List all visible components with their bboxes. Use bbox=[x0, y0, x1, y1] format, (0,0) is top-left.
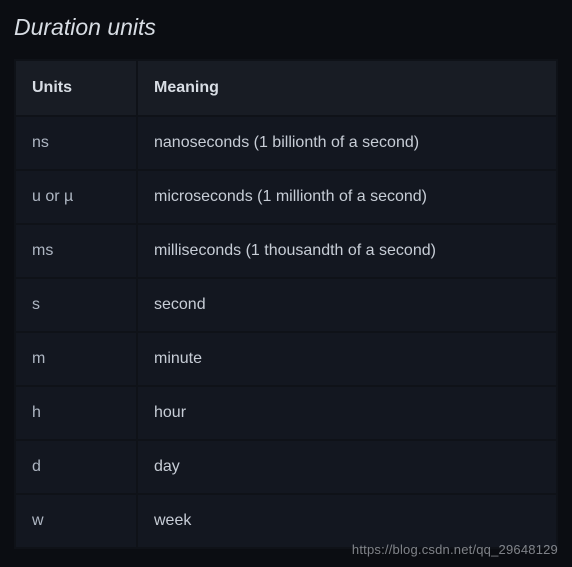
cell-meaning: week bbox=[138, 495, 556, 547]
table-header-row: Units Meaning bbox=[16, 61, 556, 115]
cell-meaning: second bbox=[138, 279, 556, 331]
cell-meaning: day bbox=[138, 441, 556, 493]
cell-meaning: milliseconds (1 thousandth of a second) bbox=[138, 225, 556, 277]
table-row: ns nanoseconds (1 billionth of a second) bbox=[16, 117, 556, 169]
table-row: s second bbox=[16, 279, 556, 331]
cell-meaning: microseconds (1 millionth of a second) bbox=[138, 171, 556, 223]
cell-units: h bbox=[16, 387, 136, 439]
duration-units-table: Units Meaning ns nanoseconds (1 billiont… bbox=[14, 59, 558, 549]
cell-units: ns bbox=[16, 117, 136, 169]
table-row: m minute bbox=[16, 333, 556, 385]
cell-meaning: hour bbox=[138, 387, 556, 439]
table-row: w week bbox=[16, 495, 556, 547]
cell-units: u or µ bbox=[16, 171, 136, 223]
col-header-units: Units bbox=[16, 61, 136, 115]
col-header-meaning: Meaning bbox=[138, 61, 556, 115]
table-container: Units Meaning ns nanoseconds (1 billiont… bbox=[0, 59, 572, 549]
cell-meaning: nanoseconds (1 billionth of a second) bbox=[138, 117, 556, 169]
table-row: u or µ microseconds (1 millionth of a se… bbox=[16, 171, 556, 223]
page-title: Duration units bbox=[0, 0, 572, 59]
cell-units: ms bbox=[16, 225, 136, 277]
table-row: ms milliseconds (1 thousandth of a secon… bbox=[16, 225, 556, 277]
cell-units: d bbox=[16, 441, 136, 493]
watermark-text: https://blog.csdn.net/qq_29648129 bbox=[352, 542, 558, 557]
cell-units: s bbox=[16, 279, 136, 331]
cell-units: w bbox=[16, 495, 136, 547]
table-row: h hour bbox=[16, 387, 556, 439]
table-row: d day bbox=[16, 441, 556, 493]
cell-units: m bbox=[16, 333, 136, 385]
cell-meaning: minute bbox=[138, 333, 556, 385]
